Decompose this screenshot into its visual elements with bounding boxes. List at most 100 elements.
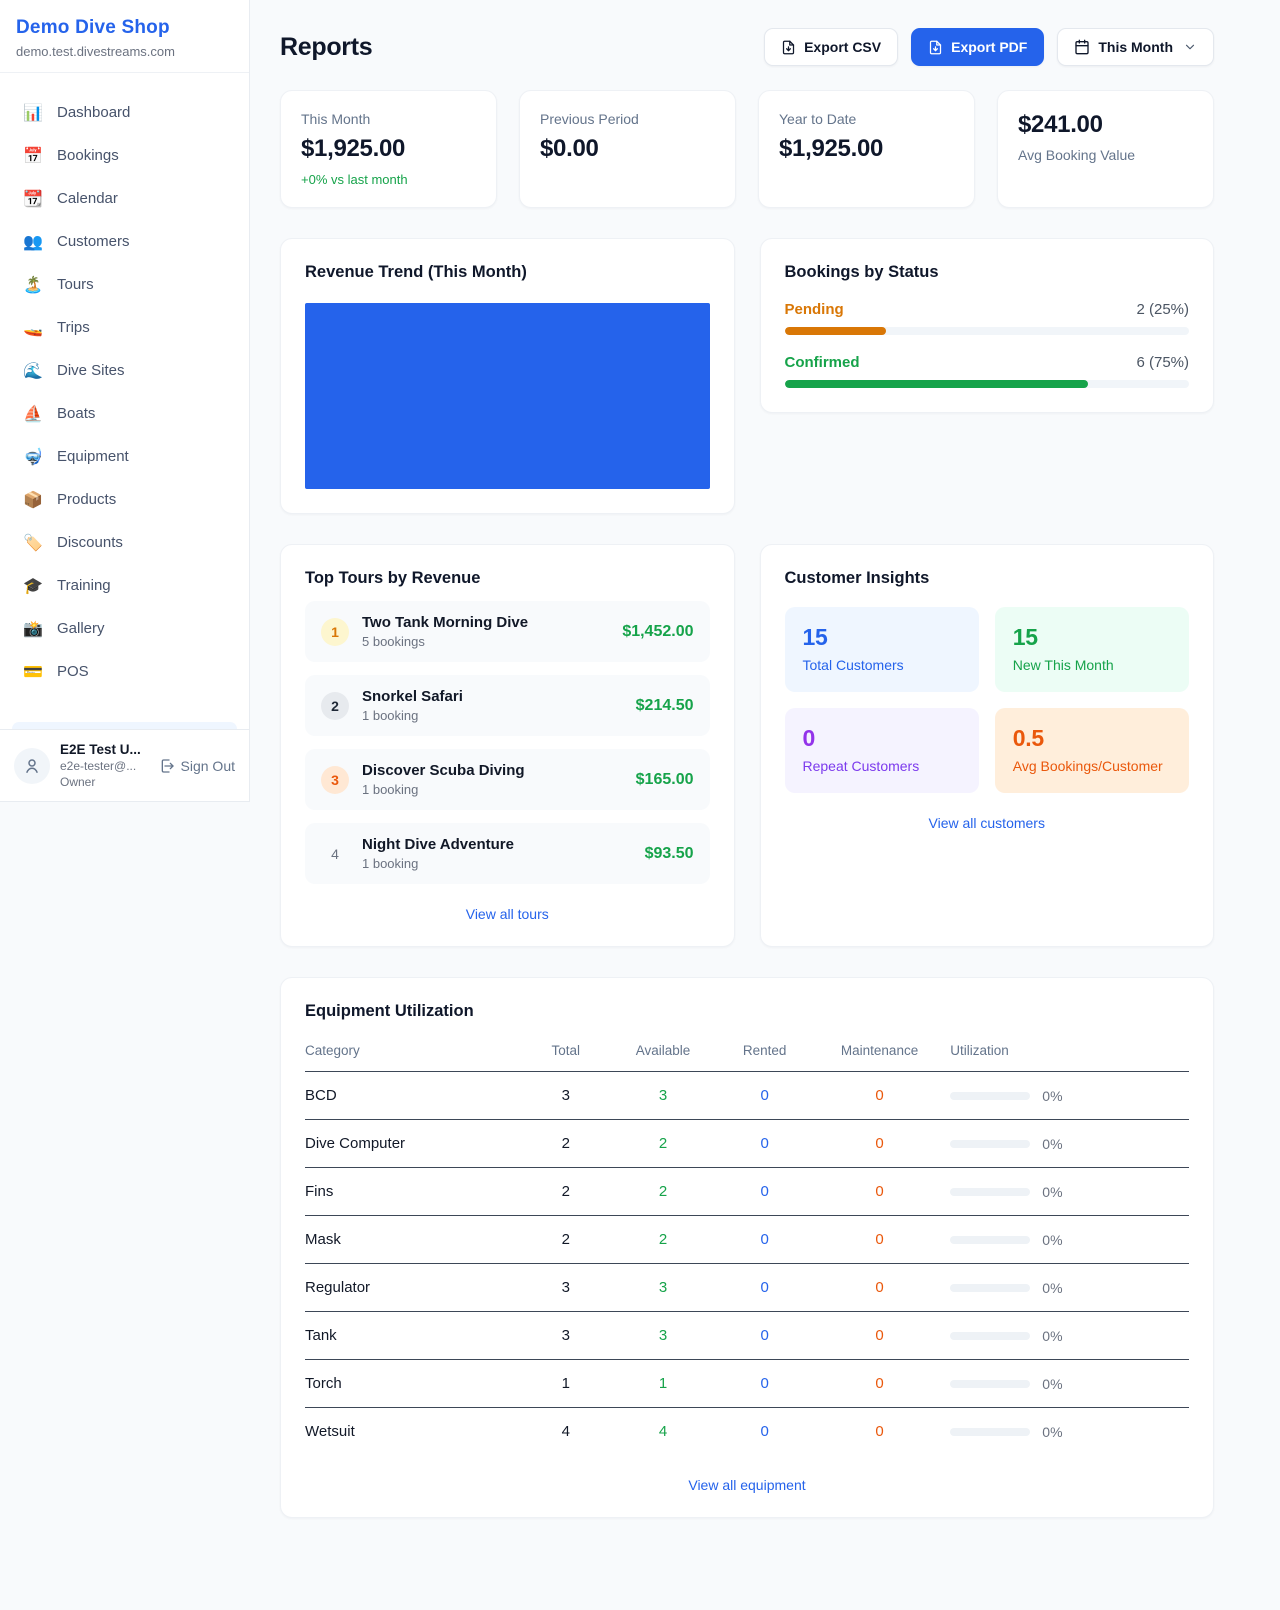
stat-value: $241.00 xyxy=(1018,111,1193,139)
cell-maintenance: 0 xyxy=(809,1216,950,1264)
stat-delta: +0% vs last month xyxy=(301,172,476,187)
page-header: Reports Export CSV Export PDF This Month xyxy=(280,28,1214,66)
table-row: Torch 1 1 0 0 0% xyxy=(305,1360,1189,1408)
cell-category: Tank xyxy=(305,1312,526,1360)
period-label: This Month xyxy=(1098,39,1173,55)
insight-new-this-month: 15 New This Month xyxy=(995,607,1189,692)
sidebar-item-customers[interactable]: 👥 Customers xyxy=(12,220,237,263)
stats-row: This Month $1,925.00 +0% vs last month P… xyxy=(280,90,1214,208)
calendar-icon xyxy=(1074,39,1090,55)
sidebar-item-calendar[interactable]: 📆 Calendar xyxy=(12,177,237,220)
col-header-rented: Rented xyxy=(720,1033,808,1072)
cell-rented: 0 xyxy=(720,1312,808,1360)
sidebar-item-dive-sites[interactable]: 🌊 Dive Sites xyxy=(12,349,237,392)
col-header-maintenance: Maintenance xyxy=(809,1033,950,1072)
col-header-available: Available xyxy=(606,1033,721,1072)
tour-bookings: 1 booking xyxy=(362,782,525,797)
insight-label: Avg Bookings/Customer xyxy=(1013,758,1171,774)
sidebar-item-bookings[interactable]: 📅 Bookings xyxy=(12,134,237,177)
cell-total: 1 xyxy=(526,1360,606,1408)
view-all-tours-link[interactable]: View all tours xyxy=(305,906,710,922)
cell-total: 3 xyxy=(526,1264,606,1312)
tour-bookings: 1 booking xyxy=(362,856,514,871)
sidebar-item-label: Discounts xyxy=(57,534,123,551)
sidebar-item-training[interactable]: 🎓 Training xyxy=(12,564,237,607)
period-dropdown[interactable]: This Month xyxy=(1057,28,1214,66)
revenue-trend-title: Revenue Trend (This Month) xyxy=(305,263,710,282)
chevron-down-icon xyxy=(1183,40,1197,54)
cell-total: 3 xyxy=(526,1312,606,1360)
sidebar-item-boats[interactable]: ⛵ Boats xyxy=(12,392,237,435)
utilization-cell: 0% xyxy=(950,1376,1189,1392)
utilization-cell: 0% xyxy=(950,1232,1189,1248)
export-pdf-button[interactable]: Export PDF xyxy=(911,28,1044,66)
insight-value: 0.5 xyxy=(1013,725,1171,752)
cell-maintenance: 0 xyxy=(809,1072,950,1120)
sidebar-item-gallery[interactable]: 📸 Gallery xyxy=(12,607,237,650)
tour-name: Night Dive Adventure xyxy=(362,836,514,853)
sidebar-item-reports-active[interactable] xyxy=(12,722,237,729)
stat-label: Avg Booking Value xyxy=(1018,147,1193,163)
sidebar-item-label: Trips xyxy=(57,319,90,336)
stat-label: Year to Date xyxy=(779,111,954,127)
rank-badge: 4 xyxy=(321,840,349,868)
view-all-equipment-link[interactable]: View all equipment xyxy=(305,1477,1189,1493)
tour-amount: $165.00 xyxy=(636,771,694,789)
view-all-customers-link[interactable]: View all customers xyxy=(785,815,1190,831)
cell-category: Fins xyxy=(305,1168,526,1216)
user-name: E2E Test U... xyxy=(60,742,141,757)
products-icon: 📦 xyxy=(22,490,44,510)
equipment-utilization-card: Equipment Utilization Category Total Ava… xyxy=(280,977,1214,1518)
sidebar-item-equipment[interactable]: 🤿 Equipment xyxy=(12,435,237,478)
status-label: Pending xyxy=(785,301,844,318)
customers-icon: 👥 xyxy=(22,232,44,252)
table-row: BCD 3 3 0 0 0% xyxy=(305,1072,1189,1120)
utilization-pct: 0% xyxy=(1042,1280,1062,1296)
sidebar-item-dashboard[interactable]: 📊 Dashboard xyxy=(12,91,237,134)
sidebar-item-discounts[interactable]: 🏷️ Discounts xyxy=(12,521,237,564)
sign-out-button[interactable]: Sign Out xyxy=(159,758,235,774)
insight-label: New This Month xyxy=(1013,657,1171,673)
tours-icon: 🏝️ xyxy=(22,275,44,295)
revenue-trend-chart xyxy=(305,303,710,489)
tour-amount: $93.50 xyxy=(645,845,694,863)
tour-row: 4 Night Dive Adventure 1 booking $93.50 xyxy=(305,823,710,884)
cell-available: 2 xyxy=(606,1168,721,1216)
progress-track xyxy=(785,327,1190,335)
cell-maintenance: 0 xyxy=(809,1120,950,1168)
sidebar-item-tours[interactable]: 🏝️ Tours xyxy=(12,263,237,306)
cell-total: 2 xyxy=(526,1168,606,1216)
rank-badge: 2 xyxy=(321,692,349,720)
utilization-pct: 0% xyxy=(1042,1328,1062,1344)
sidebar-item-trips[interactable]: 🚤 Trips xyxy=(12,306,237,349)
cell-rented: 0 xyxy=(720,1072,808,1120)
user-role: Owner xyxy=(60,775,141,789)
rank-badge: 1 xyxy=(321,618,349,646)
export-pdf-label: Export PDF xyxy=(951,39,1027,55)
sidebar-item-label: POS xyxy=(57,663,89,680)
insight-value: 15 xyxy=(1013,624,1171,651)
progress-track xyxy=(785,380,1190,388)
cell-category: Wetsuit xyxy=(305,1408,526,1456)
cell-rented: 0 xyxy=(720,1168,808,1216)
bookings-status-title: Bookings by Status xyxy=(785,263,1190,282)
avatar xyxy=(14,748,50,784)
cell-maintenance: 0 xyxy=(809,1360,950,1408)
cell-category: Mask xyxy=(305,1216,526,1264)
top-tours-title: Top Tours by Revenue xyxy=(305,569,710,588)
export-csv-button[interactable]: Export CSV xyxy=(764,28,898,66)
sidebar-item-products[interactable]: 📦 Products xyxy=(12,478,237,521)
utilization-bar xyxy=(950,1188,1030,1196)
tour-row: 2 Snorkel Safari 1 booking $214.50 xyxy=(305,675,710,736)
sidebar-item-label: Products xyxy=(57,491,116,508)
utilization-pct: 0% xyxy=(1042,1424,1062,1440)
utilization-pct: 0% xyxy=(1042,1088,1062,1104)
col-header-category: Category xyxy=(305,1033,526,1072)
page-title: Reports xyxy=(280,33,372,62)
status-row-pending: Pending 2 (25%) xyxy=(785,301,1190,335)
insights-grid: 15 Total Customers 15 New This Month 0 R… xyxy=(785,607,1190,793)
sidebar-item-pos[interactable]: 💳 POS xyxy=(12,650,237,693)
sign-out-label: Sign Out xyxy=(181,758,235,774)
status-label: Confirmed xyxy=(785,354,860,371)
equipment-utilization-title: Equipment Utilization xyxy=(305,1002,1189,1021)
